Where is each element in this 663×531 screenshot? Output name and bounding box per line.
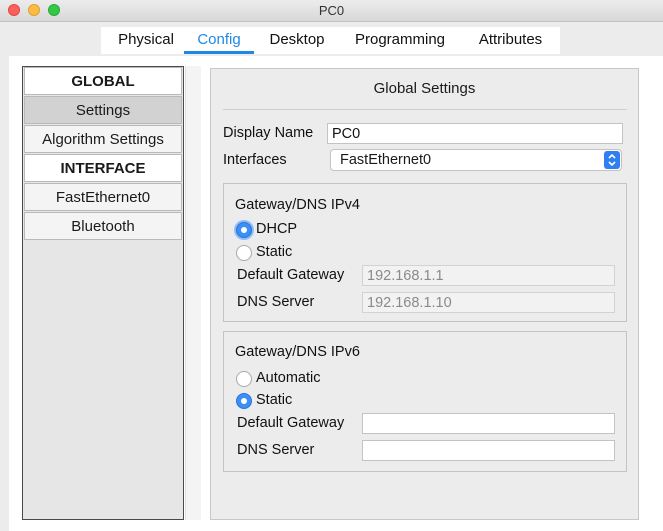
ipv6-static-radio[interactable] (236, 393, 252, 409)
tab-bar: Physical Config Desktop Programming Attr… (101, 27, 560, 54)
ipv6-gateway-input[interactable] (362, 413, 615, 434)
tab-programming[interactable]: Programming (345, 31, 455, 52)
sidebar-item-algorithm-settings[interactable]: Algorithm Settings (24, 125, 182, 153)
ipv4-dns-label: DNS Server (237, 294, 315, 310)
display-name-input[interactable]: PC0 (327, 123, 623, 144)
panel-divider (223, 109, 627, 110)
ipv4-dns-input[interactable]: 192.168.1.10 (362, 292, 615, 313)
tab-physical[interactable]: Physical (108, 31, 184, 52)
tab-config[interactable]: Config (184, 31, 254, 54)
panel-title: Global Settings (373, 80, 476, 97)
ipv6-dns-input[interactable] (362, 440, 615, 461)
window-title: PC0 (318, 3, 345, 18)
ipv4-gateway-label: Default Gateway (237, 267, 345, 283)
chevron-updown-icon (604, 151, 620, 169)
tab-config-label: Config (197, 31, 241, 48)
interfaces-label: Interfaces (223, 152, 287, 168)
ipv4-dhcp-radio[interactable] (236, 222, 252, 238)
tab-desktop[interactable]: Desktop (260, 31, 334, 52)
sidebar-header-global: GLOBAL (24, 67, 182, 95)
display-name-label: Display Name (223, 125, 314, 141)
active-tab-indicator (184, 51, 254, 54)
config-sidebar: GLOBAL Settings Algorithm Settings INTER… (22, 66, 184, 520)
sidebar-item-bluetooth[interactable]: Bluetooth (24, 212, 182, 240)
ipv6-static-label: Static (256, 392, 293, 408)
ipv6-group-title: Gateway/DNS IPv6 (235, 344, 360, 360)
title-bar: PC0 (0, 0, 663, 22)
ipv4-group-title: Gateway/DNS IPv4 (235, 197, 360, 213)
tab-attributes[interactable]: Attributes (467, 31, 554, 52)
ipv4-static-radio[interactable] (236, 245, 252, 261)
ipv4-dhcp-label: DHCP (256, 221, 298, 237)
ipv6-dns-label: DNS Server (237, 442, 315, 458)
ipv4-static-label: Static (256, 244, 293, 260)
sidebar-item-settings[interactable]: Settings (24, 96, 182, 124)
ipv6-automatic-radio[interactable] (236, 371, 252, 387)
sidebar-header-interface: INTERFACE (24, 154, 182, 182)
sidebar-scrollbar[interactable] (185, 66, 201, 520)
interfaces-select[interactable]: FastEthernet0 (330, 149, 622, 171)
sidebar-item-fastethernet0[interactable]: FastEthernet0 (24, 183, 182, 211)
ipv4-gateway-input[interactable]: 192.168.1.1 (362, 265, 615, 286)
interfaces-select-value: FastEthernet0 (340, 152, 432, 168)
ipv6-gateway-label: Default Gateway (237, 415, 345, 431)
ipv6-automatic-label: Automatic (256, 370, 321, 386)
